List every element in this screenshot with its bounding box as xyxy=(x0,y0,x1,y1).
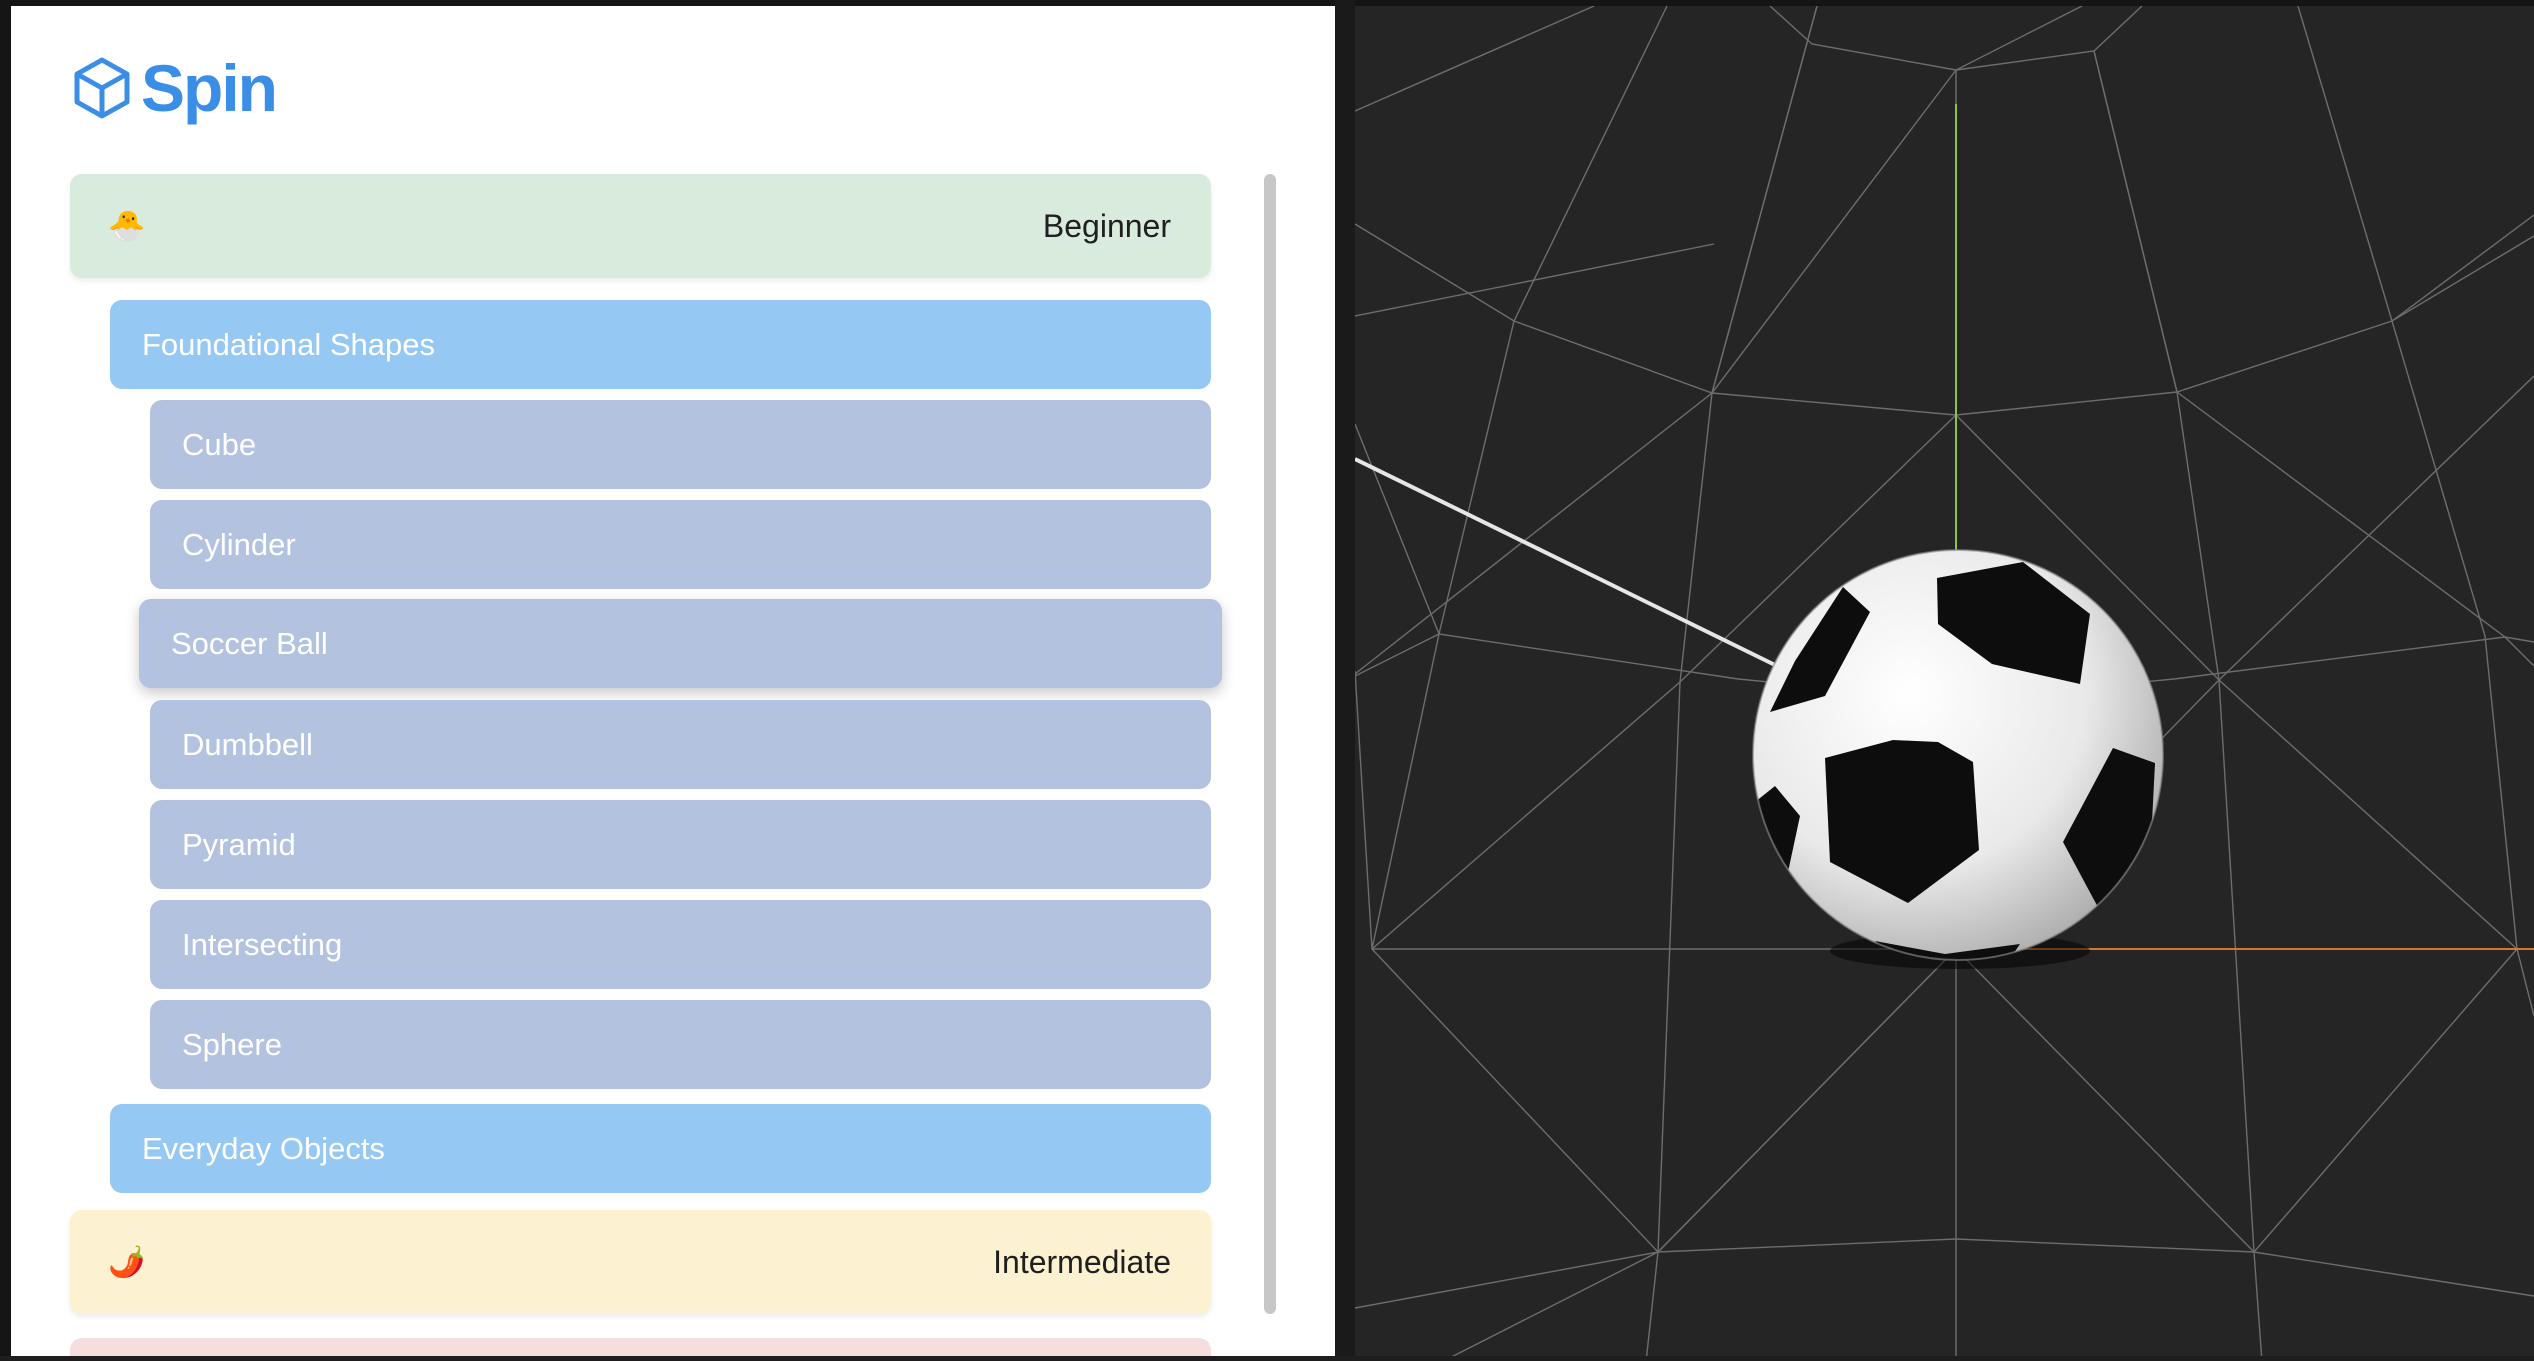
sidebar: Spin 🐣 Beginner Foundational Shapes Cube… xyxy=(11,6,1335,1356)
item-cube[interactable]: Cube xyxy=(150,400,1211,489)
chili-pepper-icon: 🌶️ xyxy=(108,1245,146,1279)
app-logo[interactable]: Spin xyxy=(73,48,278,128)
level-advanced[interactable] xyxy=(70,1338,1211,1356)
3d-viewport[interactable] xyxy=(1354,5,2534,1361)
panel-divider[interactable] xyxy=(1335,0,1355,1356)
item-dumbbell[interactable]: Dumbbell xyxy=(150,700,1211,789)
item-intersecting[interactable]: Intersecting xyxy=(150,900,1211,989)
item-pyramid[interactable]: Pyramid xyxy=(150,800,1211,889)
level-label: Beginner xyxy=(1042,207,1171,244)
category-everyday-objects[interactable]: Everyday Objects xyxy=(110,1104,1211,1193)
level-intermediate[interactable]: 🌶️ Intermediate xyxy=(70,1210,1211,1314)
app-name: Spin xyxy=(141,51,278,125)
item-cylinder[interactable]: Cylinder xyxy=(150,500,1211,589)
window-left-edge xyxy=(0,0,11,1356)
chick-icon: 🐣 xyxy=(108,209,146,243)
item-sphere[interactable]: Sphere xyxy=(150,1000,1211,1089)
level-label: Intermediate xyxy=(993,1243,1171,1280)
sidebar-scrollbar[interactable] xyxy=(1264,174,1276,1314)
level-beginner[interactable]: 🐣 Beginner xyxy=(70,174,1211,278)
cube-logo-icon xyxy=(74,57,130,119)
item-soccer-ball[interactable]: Soccer Ball xyxy=(139,599,1222,688)
viewport-canvas[interactable] xyxy=(1354,5,2534,1361)
category-foundational-shapes[interactable]: Foundational Shapes xyxy=(110,300,1211,389)
